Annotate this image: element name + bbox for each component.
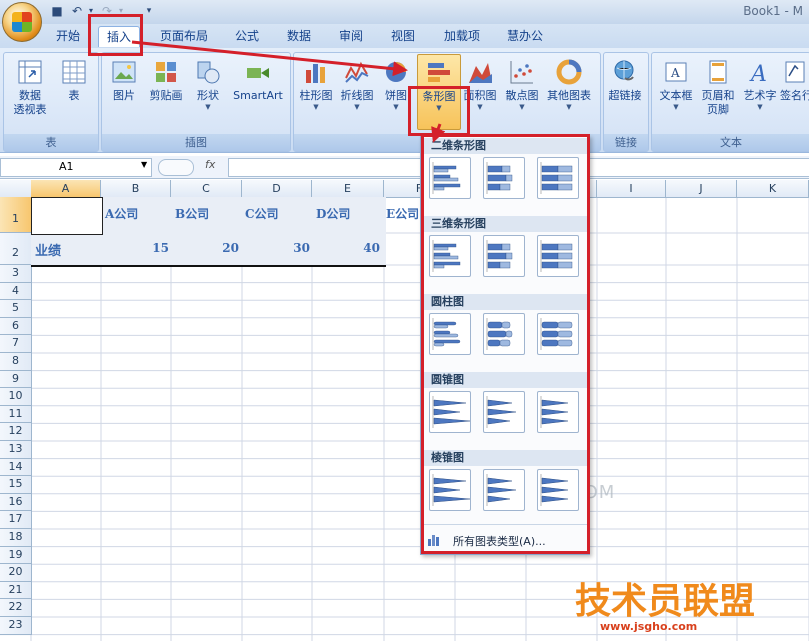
row-header-1[interactable]: 1 — [0, 197, 32, 233]
row-header-17[interactable]: 17 — [0, 511, 32, 529]
column-header-j[interactable]: J — [666, 180, 737, 198]
cell-d2[interactable]: 30 — [242, 241, 310, 255]
annotation-arrows — [131, 40, 446, 143]
row-header-12[interactable]: 12 — [0, 423, 32, 441]
row-header-19[interactable]: 19 — [0, 546, 32, 565]
row-header-18[interactable]: 18 — [0, 529, 32, 547]
cell-e2[interactable]: 40 — [312, 241, 380, 255]
row-header-10[interactable]: 10 — [0, 388, 32, 406]
select-all-corner[interactable] — [0, 180, 32, 198]
row-header-14[interactable]: 14 — [0, 458, 32, 477]
row-header-9[interactable]: 9 — [0, 370, 32, 389]
office-button[interactable] — [2, 2, 42, 42]
column-header-k[interactable]: K — [737, 180, 809, 198]
column-header-b[interactable]: B — [101, 180, 171, 198]
column-header-d[interactable]: D — [242, 180, 312, 198]
row-header-8[interactable]: 8 — [0, 353, 32, 371]
column-header-i[interactable]: I — [597, 180, 666, 198]
row-header-5[interactable]: 5 — [0, 300, 32, 318]
cell-a2[interactable]: 业绩 — [35, 240, 61, 259]
row-header-11[interactable]: 11 — [0, 405, 32, 424]
row-header-15[interactable]: 15 — [0, 476, 32, 494]
cell-a1-active[interactable] — [31, 197, 103, 235]
row-header-20[interactable]: 20 — [0, 564, 32, 582]
office-logo-icon — [12, 12, 32, 32]
column-header-a[interactable]: A — [31, 180, 101, 198]
row-header-13[interactable]: 13 — [0, 441, 32, 459]
row-header-21[interactable]: 21 — [0, 581, 32, 600]
cell-c2[interactable]: 20 — [171, 241, 239, 255]
highlight-gallery — [421, 134, 590, 554]
column-header-e[interactable]: E — [312, 180, 384, 198]
brand-logo-text: 技术员联盟 — [575, 581, 756, 622]
row-header-16[interactable]: 16 — [0, 493, 32, 512]
cell-d1[interactable]: C公司 — [245, 205, 279, 222]
row-header-6[interactable]: 6 — [0, 317, 32, 336]
row-header-22[interactable]: 22 — [0, 599, 32, 617]
cell-f1[interactable]: E公司 — [386, 205, 420, 222]
column-header-c[interactable]: C — [171, 180, 242, 198]
brand-url: www.jsgho.com — [600, 620, 698, 633]
cell-b1[interactable]: A公司 — [105, 205, 138, 222]
row-header-2[interactable]: 2 — [0, 233, 32, 265]
cell-e1[interactable]: D公司 — [316, 205, 350, 222]
cell-b2[interactable]: 15 — [101, 241, 169, 255]
row-header-3[interactable]: 3 — [0, 265, 32, 283]
row-header-23[interactable]: 23 — [0, 617, 32, 635]
row-header-4[interactable]: 4 — [0, 282, 32, 301]
row-header-7[interactable]: 7 — [0, 335, 32, 353]
cell-c1[interactable]: B公司 — [175, 205, 209, 222]
